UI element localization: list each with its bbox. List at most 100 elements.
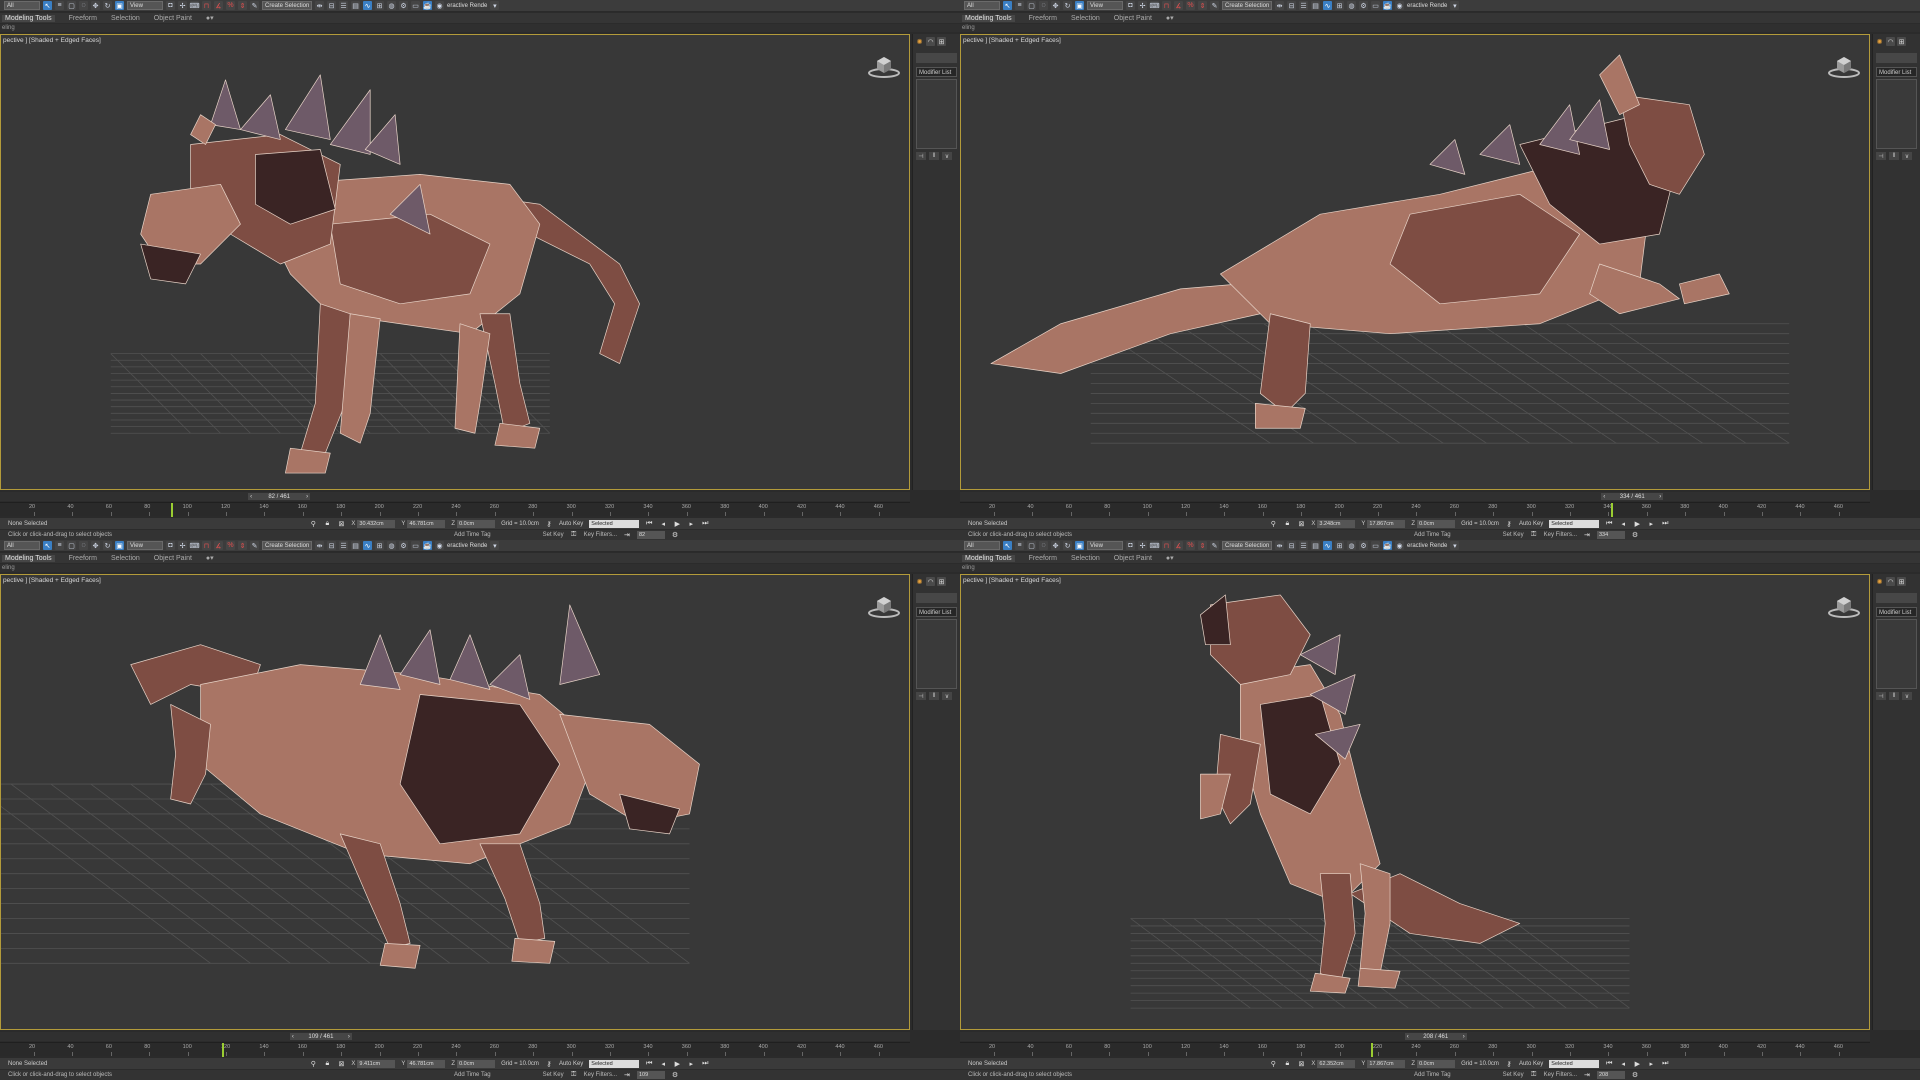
current-frame-field[interactable]: 109 [636,1071,665,1079]
modifier-list-dropdown[interactable]: Modifier List [1876,67,1917,77]
modifier-stack[interactable] [1876,619,1917,689]
key-mode-dropdown[interactable]: Selected [589,519,640,528]
next-frame-icon[interactable]: › [348,1034,350,1040]
next-key-icon[interactable]: ▸ [687,1060,695,1068]
tab-freeform[interactable]: Freeform [1029,555,1057,562]
material-editor-icon[interactable]: ◍ [1347,541,1356,550]
create-panel-icon[interactable]: ✺ [1875,577,1884,586]
align-icon[interactable]: ⊟ [327,1,336,10]
tab-object-paint[interactable]: Object Paint [154,15,192,22]
select-scale-icon[interactable]: ▣ [115,541,124,550]
select-rotate-icon[interactable]: ↻ [1063,541,1072,550]
key-mode-dropdown[interactable]: Selected [1549,1059,1600,1068]
render-dropdown-icon[interactable]: ▾ [490,541,500,550]
next-key-icon[interactable]: ▸ [1647,520,1655,528]
time-slider[interactable]: ‹ 109 / 461 › [0,1032,910,1041]
add-time-tag-button[interactable]: Add Time Tag [1414,1072,1451,1078]
key-filters-button[interactable]: Key Filters... [584,532,617,538]
render-dropdown-icon[interactable]: ▾ [1450,1,1460,10]
modifier-stack[interactable] [916,79,957,149]
next-key-icon[interactable]: ▸ [1647,1060,1655,1068]
ribbon-options-icon[interactable]: ●▾ [206,14,214,22]
curve-editor-icon[interactable]: ∿ [1323,541,1332,550]
goto-end-icon[interactable]: ⏭ [1661,520,1669,528]
region-select-icon[interactable]: ▢ [67,541,76,550]
ribbon-options-icon[interactable]: ●▾ [1166,554,1174,562]
modify-panel-icon[interactable]: ◠ [926,577,935,586]
render-setup-icon[interactable]: ⚙ [399,1,408,10]
time-slider[interactable]: ‹ 82 / 461 › [0,492,910,501]
pivot-center-icon[interactable]: ◘ [166,541,175,550]
layer-explorer-icon[interactable]: ☰ [339,1,348,10]
next-frame-icon[interactable]: › [1463,1034,1465,1040]
tab-selection[interactable]: Selection [1071,555,1100,562]
time-slider-thumb[interactable]: ‹ 208 / 461 › [1404,1033,1467,1040]
render-production-icon[interactable]: ☕ [423,541,432,550]
snaps-toggle-icon[interactable]: ⊓ [202,1,211,10]
select-by-name-icon[interactable]: ≡ [1015,1,1024,10]
keyboard-shortcut-icon[interactable]: ⌨ [1149,541,1160,550]
current-frame-field[interactable]: 334 [1596,531,1625,539]
x-coordinate-field[interactable]: 30.432cm [357,519,396,528]
show-end-result-icon[interactable]: ‖ [1889,152,1899,160]
pin-stack-icon[interactable]: ⊣ [916,152,926,160]
playhead[interactable] [1611,503,1614,517]
hierarchy-panel-icon[interactable]: ⊞ [937,37,946,46]
angle-snap-icon[interactable]: ∡ [214,1,223,10]
selection-filter-dropdown[interactable]: All [964,541,1000,550]
set-key-button[interactable]: Set Key [1503,1072,1524,1078]
render-mode-label[interactable]: eractive Rende [447,3,487,9]
viewport-label[interactable]: pective ] [Shaded + Edged Faces] [3,37,101,44]
make-unique-icon[interactable]: ∨ [942,692,952,700]
interactive-render-icon[interactable]: ◉ [435,541,444,550]
playhead[interactable] [221,1043,224,1057]
edit-named-selection-icon[interactable]: ✎ [1210,541,1219,550]
select-move-icon[interactable]: ✥ [1051,541,1060,550]
toggle-ribbon-icon[interactable]: ▤ [351,1,360,10]
render-setup-icon[interactable]: ⚙ [1359,1,1368,10]
named-selection-dropdown[interactable]: Create Selection Se [262,541,312,550]
toggle-ribbon-icon[interactable]: ▤ [1311,1,1320,10]
key-filters-button[interactable]: Key Filters... [1544,532,1577,538]
viewcube-icon[interactable] [867,593,901,619]
object-name-field[interactable] [916,53,957,63]
absolute-mode-icon[interactable]: ⊠ [337,520,345,528]
play-icon[interactable]: ▶ [673,1060,681,1068]
rendered-frame-window-icon[interactable]: ▭ [1371,541,1380,550]
prev-key-icon[interactable]: ◂ [1619,1060,1627,1068]
tab-modeling-tools[interactable]: Modeling Tools [2,554,55,562]
add-time-tag-button[interactable]: Add Time Tag [454,1072,491,1078]
tab-selection[interactable]: Selection [1071,15,1100,22]
render-dropdown-icon[interactable]: ▾ [1450,541,1460,550]
selection-lock-icon[interactable]: 🔒︎ [323,520,331,528]
z-coordinate-field[interactable]: 0.0cm [1417,1059,1456,1068]
select-scale-icon[interactable]: ▣ [1075,541,1084,550]
select-rotate-icon[interactable]: ↻ [103,1,112,10]
time-slider[interactable]: ‹ 208 / 461 › [960,1032,1870,1041]
render-setup-icon[interactable]: ⚙ [1359,541,1368,550]
z-coordinate-field[interactable]: 0.0cm [457,1059,496,1068]
tab-object-paint[interactable]: Object Paint [1114,15,1152,22]
time-slider-thumb[interactable]: ‹ 82 / 461 › [248,493,311,500]
absolute-mode-icon[interactable]: ⊠ [337,1060,345,1068]
render-mode-label[interactable]: eractive Rende [1407,543,1447,549]
object-name-field[interactable] [1876,593,1917,603]
percent-snap-icon[interactable]: % [1186,541,1195,550]
pivot-center-icon[interactable]: ◘ [1126,541,1135,550]
mirror-icon[interactable]: ⇹ [315,541,324,550]
make-unique-icon[interactable]: ∨ [1902,152,1912,160]
hierarchy-panel-icon[interactable]: ⊞ [1897,577,1906,586]
perspective-viewport[interactable]: pective ] [Shaded + Edged Faces] [0,34,910,490]
align-icon[interactable]: ⊟ [1287,1,1296,10]
modify-panel-icon[interactable]: ◠ [1886,37,1895,46]
set-key-button[interactable]: Set Key [1503,532,1524,538]
prev-frame-icon[interactable]: ‹ [250,494,252,500]
key-filters-button[interactable]: Key Filters... [584,1072,617,1078]
set-key-button[interactable]: Set Key [543,1072,564,1078]
material-editor-icon[interactable]: ◍ [387,541,396,550]
select-object-icon[interactable]: ↖ [43,1,52,10]
tab-freeform[interactable]: Freeform [69,15,97,22]
time-config-icon[interactable]: ⚙ [671,531,679,539]
reference-coord-dropdown[interactable]: View [1087,541,1123,550]
region-select-icon[interactable]: ▢ [67,1,76,10]
